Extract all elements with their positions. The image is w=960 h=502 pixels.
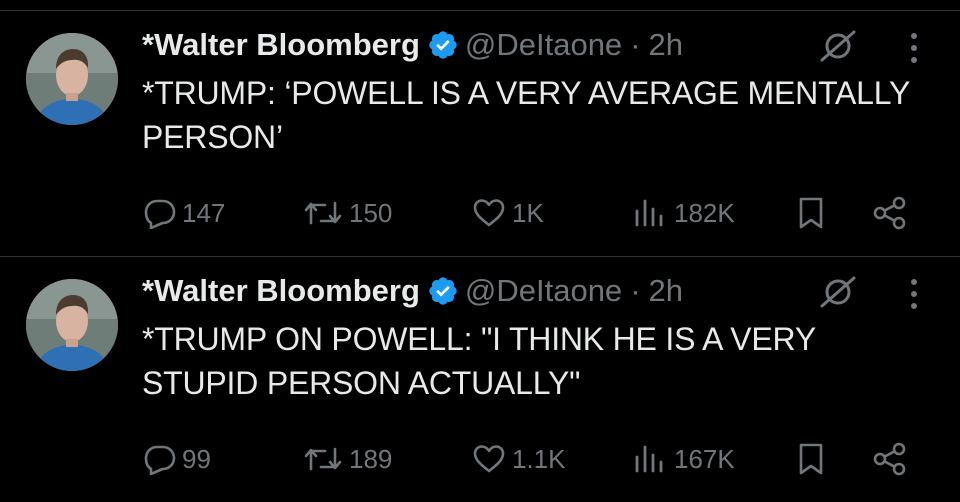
retweet-icon (303, 197, 343, 229)
reply-count: 147 (182, 197, 226, 228)
like-button[interactable]: 1K (472, 189, 544, 237)
views-button[interactable]: 167K (632, 435, 735, 483)
more-options-icon[interactable] (902, 277, 926, 311)
author-handle[interactable]: @DeItaone (465, 273, 622, 309)
share-icon (872, 442, 908, 476)
like-count: 1K (512, 197, 544, 228)
views-bar-chart-icon (632, 197, 668, 229)
like-button[interactable]: 1.1K (472, 435, 566, 483)
more-options-icon[interactable] (902, 31, 926, 65)
retweet-button[interactable]: 189 (303, 435, 392, 483)
avatar[interactable] (26, 279, 118, 371)
tweet-header: *Walter Bloomberg @DeItaone · 2h (142, 25, 683, 65)
author-name[interactable]: *Walter Bloomberg (142, 273, 420, 309)
views-count: 182K (674, 197, 735, 228)
mute-icon[interactable] (818, 276, 858, 308)
tweet-header: *Walter Bloomberg @DeItaone · 2h (142, 271, 683, 311)
views-count: 167K (674, 443, 735, 474)
verified-badge-icon[interactable] (427, 29, 459, 61)
timestamp[interactable]: 2h (649, 273, 683, 309)
bookmark-icon (796, 196, 826, 230)
retweet-icon (303, 443, 343, 475)
tweet[interactable]: *Walter Bloomberg @DeItaone · 2h *TRUMP:… (0, 11, 960, 256)
bookmark-button[interactable] (796, 189, 826, 237)
separator-dot: · (630, 273, 641, 308)
reply-icon (144, 197, 176, 229)
reply-count: 99 (182, 443, 211, 474)
tweet[interactable]: *Walter Bloomberg @DeItaone · 2h *TRUMP … (0, 257, 960, 502)
bookmark-button[interactable] (796, 435, 826, 483)
mute-icon[interactable] (818, 30, 858, 62)
retweet-count: 150 (349, 197, 393, 228)
author-handle[interactable]: @DeItaone (465, 27, 622, 63)
share-button[interactable] (872, 189, 908, 237)
tweet-text: *TRUMP: ‘POWELL IS A VERY AVERAGE MENTAL… (142, 75, 910, 155)
views-button[interactable]: 182K (632, 189, 735, 237)
verified-badge-icon[interactable] (427, 275, 459, 307)
bookmark-icon (796, 442, 826, 476)
heart-icon (472, 443, 506, 475)
avatar[interactable] (26, 33, 118, 125)
reply-button[interactable]: 99 (144, 435, 211, 483)
reply-icon (144, 443, 176, 475)
reply-button[interactable]: 147 (144, 189, 225, 237)
retweet-button[interactable]: 150 (303, 189, 392, 237)
share-button[interactable] (872, 435, 908, 483)
retweet-count: 189 (349, 443, 393, 474)
author-name[interactable]: *Walter Bloomberg (142, 27, 420, 63)
views-bar-chart-icon (632, 443, 668, 475)
heart-icon (472, 197, 506, 229)
tweet-actions: 99 189 1.1K 167K (0, 435, 960, 483)
tweet-actions: 147 150 1K 182K (0, 189, 960, 237)
tweet-text: *TRUMP ON POWELL: "I THINK HE IS A VERY … (142, 321, 816, 401)
timestamp[interactable]: 2h (649, 27, 683, 63)
share-icon (872, 196, 908, 230)
separator-dot: · (630, 27, 641, 62)
like-count: 1.1K (512, 443, 566, 474)
